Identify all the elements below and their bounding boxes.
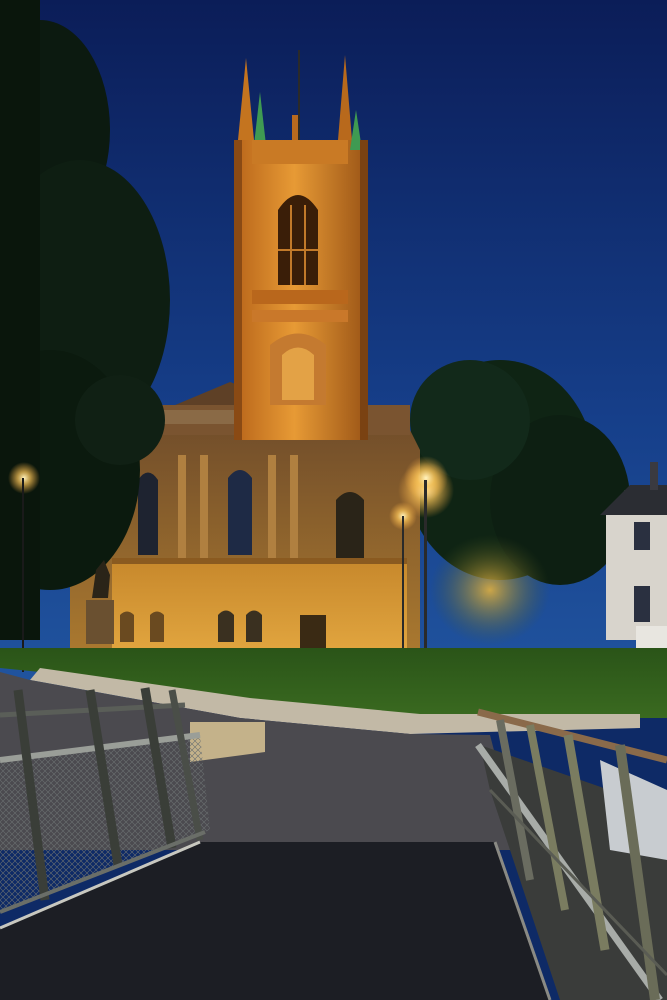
photo-canvas (0, 0, 667, 1000)
night-cathedral-scene (0, 0, 667, 1000)
